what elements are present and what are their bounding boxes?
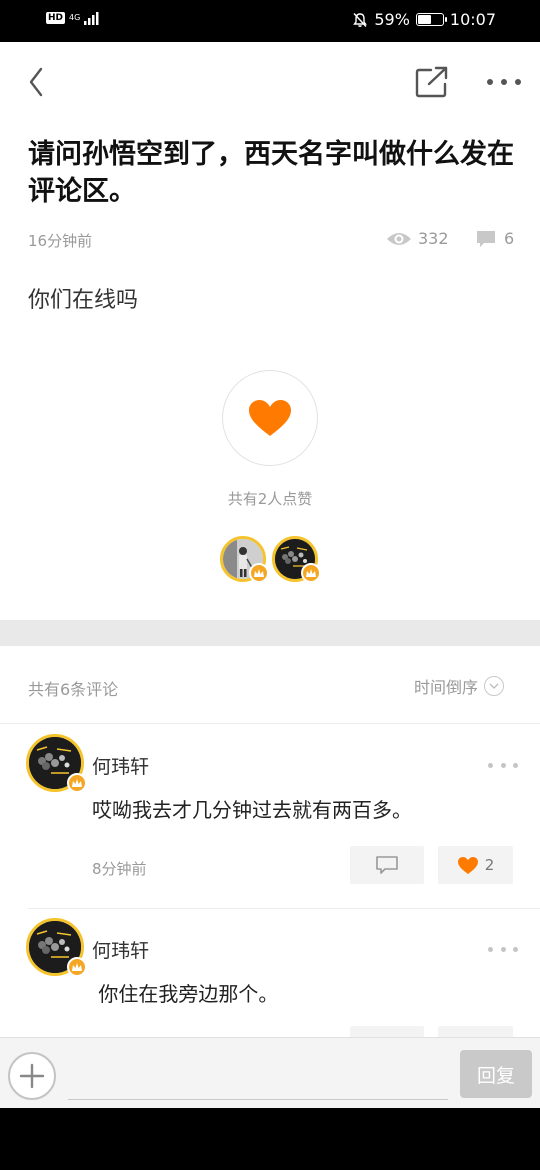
reply-comment-button[interactable]: [350, 846, 424, 884]
like-comment-button[interactable]: 2: [438, 846, 513, 884]
post-time: 16分钟前: [28, 232, 93, 250]
comment-more-icon[interactable]: [488, 939, 518, 959]
plus-icon: [19, 1063, 45, 1089]
status-bar: HD 4G 59% 10:07: [0, 0, 540, 42]
crown-badge-icon: [301, 563, 321, 583]
reply-bar: 回复: [0, 1037, 540, 1108]
comment-text: 哎呦我去才几分钟过去就有两百多。: [92, 798, 412, 822]
battery-icon: [415, 13, 447, 26]
add-attachment-button[interactable]: [8, 1052, 56, 1100]
like-count-text: 共有2人点赞: [227, 490, 313, 508]
network-type: 4G: [69, 13, 81, 22]
comment-count: 6: [476, 229, 514, 248]
comment-item: 何玮轩 你住在我旁边那个。: [0, 908, 540, 1064]
chevron-left-icon: [29, 67, 43, 97]
comment-bubble-icon: [376, 856, 398, 874]
view-count: 332: [386, 229, 449, 248]
crown-badge-icon: [67, 773, 87, 793]
comment-bubble-icon: [477, 230, 495, 247]
comments-count-label: 共有6条评论: [28, 680, 119, 699]
comment-item: 何玮轩 哎呦我去才几分钟过去就有两百多。 8分钟前 2: [0, 724, 540, 908]
sort-label: 时间倒序: [414, 678, 479, 697]
post-body: 你们在线吗: [28, 288, 139, 313]
eye-icon: [387, 232, 411, 245]
commenter-avatar[interactable]: [26, 734, 87, 793]
crown-badge-icon: [67, 957, 87, 977]
crown-badge-icon: [249, 563, 269, 583]
liker-avatars: [220, 536, 321, 583]
commenter-name[interactable]: 何玮轩: [92, 752, 149, 779]
back-button[interactable]: [20, 62, 52, 102]
view-count-value: 332: [418, 229, 449, 248]
system-nav-bar: [0, 1108, 540, 1170]
comment-more-icon[interactable]: [488, 755, 518, 775]
post-meta: 16分钟前 332 6: [28, 228, 514, 252]
heart-icon: [457, 856, 478, 874]
commenter-name[interactable]: 何玮轩: [92, 936, 149, 963]
chevron-down-icon: [484, 676, 505, 696]
battery-percent: 59%: [374, 10, 410, 29]
clock: 10:07: [449, 10, 496, 29]
liker-avatar[interactable]: [220, 536, 269, 583]
more-options-button[interactable]: [484, 66, 524, 98]
comments-header: 共有6条评论 时间倒序: [0, 646, 540, 724]
hd-indicator: HD: [46, 12, 66, 24]
comment-like-count: 2: [484, 856, 495, 874]
like-button[interactable]: [222, 370, 318, 466]
signal-icon: [84, 12, 99, 25]
more-dots-icon: [487, 79, 521, 85]
commenter-avatar[interactable]: [26, 918, 87, 977]
reply-submit-button[interactable]: 回复: [460, 1050, 532, 1098]
share-icon: [415, 66, 448, 98]
status-right: 59% 10:07: [352, 10, 496, 29]
post-title: 请问孙悟空到了，西天名字叫做什么发在评论区。: [28, 139, 514, 207]
comment-time: 8分钟前: [92, 860, 147, 878]
mute-bell-icon: [353, 12, 368, 27]
liker-avatar[interactable]: [272, 536, 321, 583]
comment-text: 你住在我旁边那个。: [92, 982, 279, 1006]
status-left: HD 4G: [46, 11, 102, 25]
heart-icon: [249, 400, 291, 436]
sort-toggle[interactable]: 时间倒序: [414, 674, 505, 698]
share-button[interactable]: [412, 62, 452, 102]
reply-input[interactable]: [68, 1056, 448, 1100]
post-detail-screen: 请问孙悟空到了，西天名字叫做什么发在评论区。 16分钟前 332 6 你们在线吗…: [0, 42, 540, 1108]
comment-count-value: 6: [504, 229, 515, 248]
top-bar: [0, 42, 540, 122]
section-divider: [0, 620, 540, 646]
